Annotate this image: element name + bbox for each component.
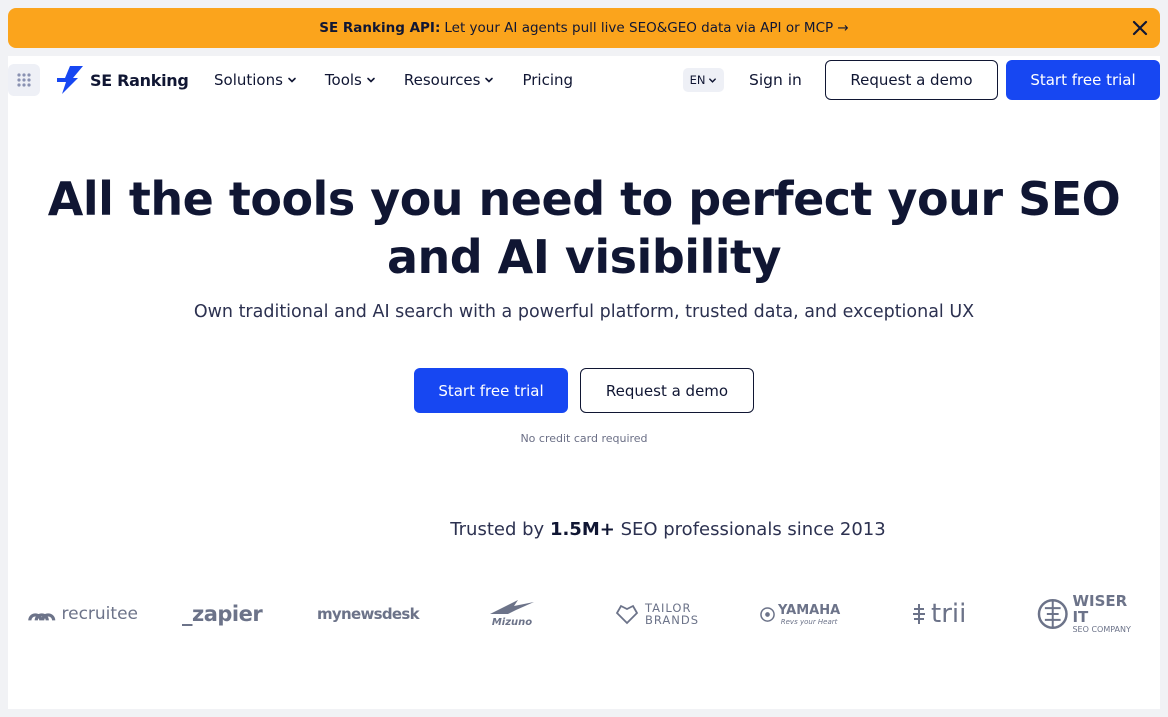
menu-label: Resources <box>403 71 481 89</box>
wiser-line2: SEO COMPANY <box>1072 625 1131 634</box>
language-label: EN <box>689 73 706 87</box>
main-menu: Solutions Tools Resources Pricing <box>214 56 573 104</box>
mizuno-runbird-icon <box>490 600 534 614</box>
menu-label: Pricing <box>522 71 574 89</box>
no-credit-card-note: No credit card required <box>520 432 648 445</box>
request-demo-button[interactable]: Request a demo <box>825 60 998 100</box>
mizuno-logo: Mizuno <box>482 590 542 638</box>
wiser-line1: WISER IT <box>1072 592 1128 626</box>
trii-wordmark: trii <box>931 599 967 629</box>
banner-text: Let your AI agents pull live SEO&GEO dat… <box>444 20 849 36</box>
recruitee-wordmark: recruitee <box>61 604 139 624</box>
menu-label: Tools <box>324 71 362 89</box>
hero-title: All the tools you need to perfect your S… <box>8 170 1160 286</box>
trii-logo: trii <box>911 590 981 638</box>
zapier-logo: _zapier <box>182 602 263 626</box>
yamaha-logo: YAMAHA Revs your Heart <box>760 590 844 638</box>
recruitee-icon <box>28 613 56 621</box>
menu-label: Solutions <box>214 71 283 89</box>
banner-strong-text: SE Ranking API: <box>319 20 441 36</box>
menu-item-solutions[interactable]: Solutions <box>214 71 297 89</box>
mynewsdesk-logo: mynewsdesk <box>317 605 420 623</box>
tailor-brands-logo: TAILOR BRANDS <box>615 590 705 638</box>
yamaha-tagline: Revs your Heart <box>780 617 838 626</box>
sign-in-link[interactable]: Sign in <box>749 56 802 104</box>
wiser-it-logo: WISER IT SEO COMPANY <box>1037 590 1147 638</box>
wiser-brain-icon <box>1037 599 1068 629</box>
yamaha-tuning-fork-icon <box>760 606 775 622</box>
page-content: SE Ranking Solutions Tools Resources Pri… <box>8 56 1160 709</box>
menu-item-tools[interactable]: Tools <box>325 71 376 89</box>
brand-name: SE Ranking <box>90 70 189 90</box>
yamaha-wordmark: YAMAHA <box>778 602 841 618</box>
menu-item-resources[interactable]: Resources <box>404 71 495 89</box>
mizuno-wordmark: Mizuno <box>491 617 533 628</box>
chevron-down-icon <box>288 77 296 83</box>
chevron-down-icon <box>367 77 375 83</box>
hero-title-line-1: All the tools you need to perfect your S… <box>47 172 1121 226</box>
tailor-line2: BRANDS <box>645 613 700 627</box>
hero-request-demo-button[interactable]: Request a demo <box>580 368 754 413</box>
tailor-heart-icon <box>615 604 639 625</box>
announcement-banner[interactable]: SE Ranking API: Let your AI agents pull … <box>8 8 1160 48</box>
trusted-count: 1.5M+ <box>549 519 615 540</box>
chevron-down-icon <box>709 77 717 83</box>
menu-item-pricing[interactable]: Pricing <box>522 71 573 89</box>
hero-title-line-2: and AI visibility <box>386 230 782 284</box>
trusted-prefix: Trusted by <box>450 519 545 540</box>
top-navigation: SE Ranking Solutions Tools Resources Pri… <box>8 56 1160 104</box>
trusted-suffix: SEO professionals since 2013 <box>620 519 886 540</box>
close-icon[interactable] <box>1128 16 1152 40</box>
lightning-logo-icon <box>57 66 83 94</box>
client-logos: recruitee _zapier mynewsdesk Mizuno TAIL… <box>8 590 1160 638</box>
language-selector[interactable]: EN <box>683 68 724 92</box>
trii-tree-icon <box>913 604 925 624</box>
hero-subtitle: Own traditional and AI search with a pow… <box>193 302 975 322</box>
start-trial-button[interactable]: Start free trial <box>1006 60 1160 100</box>
brand-logo[interactable]: SE Ranking <box>56 64 189 96</box>
chevron-down-icon <box>485 77 494 83</box>
trusted-by-text: Trusted by 1.5M+ SEO professionals since… <box>438 519 898 540</box>
apps-grid-icon[interactable] <box>8 64 40 96</box>
hero-start-trial-button[interactable]: Start free trial <box>414 368 568 413</box>
recruitee-logo: recruitee <box>28 590 138 638</box>
